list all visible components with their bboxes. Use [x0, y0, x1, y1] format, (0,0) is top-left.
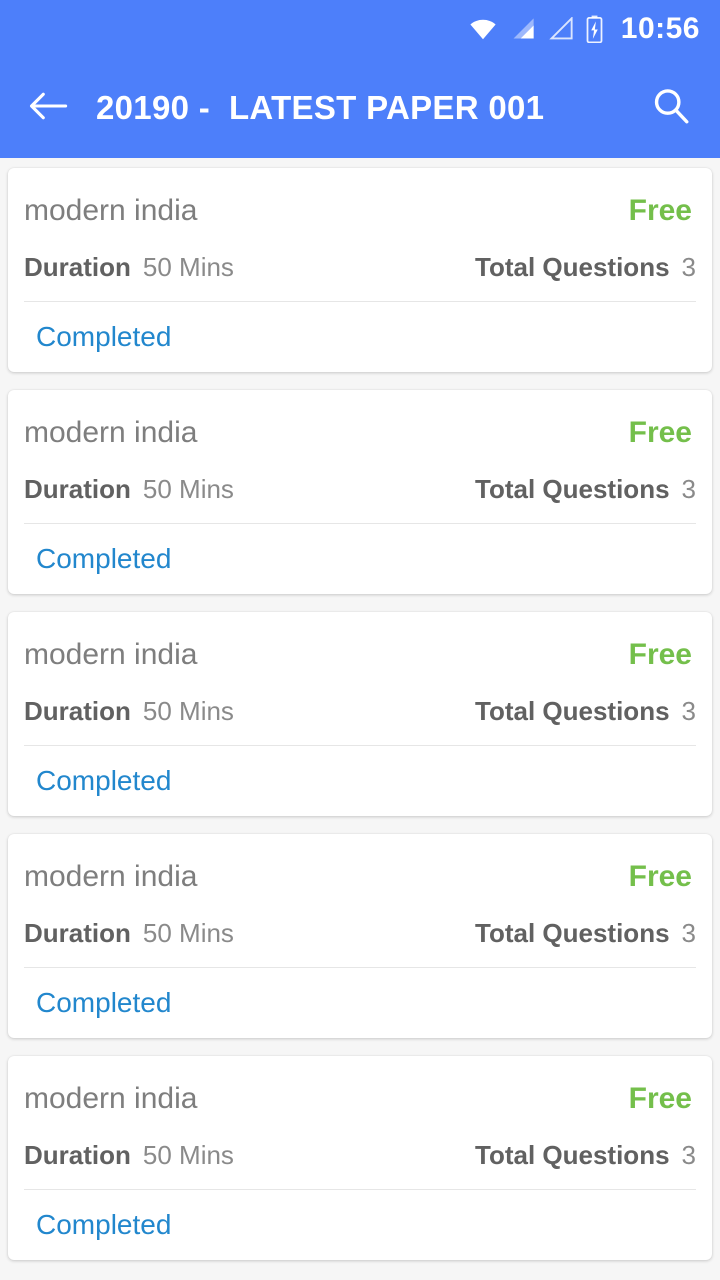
- price-badge: Free: [628, 415, 692, 449]
- duration-group: Duration 50 Mins: [24, 252, 234, 283]
- card-header-row: modern india Free: [24, 182, 696, 240]
- paper-title: modern india: [24, 1081, 198, 1115]
- paper-title: modern india: [24, 193, 198, 227]
- duration-value: 50 Mins: [142, 696, 234, 727]
- duration-label: Duration: [24, 474, 131, 505]
- signal-empty-icon: [548, 17, 574, 41]
- card-header-row: modern india Free: [24, 626, 696, 684]
- signal-strong-icon: [510, 17, 536, 41]
- duration-label: Duration: [24, 252, 131, 283]
- paper-title: modern india: [24, 415, 198, 449]
- paper-title: modern india: [24, 859, 198, 893]
- price-badge: Free: [628, 193, 692, 227]
- price-badge: Free: [628, 859, 692, 893]
- price-badge: Free: [628, 637, 692, 671]
- card-status-row: Completed: [24, 1190, 696, 1260]
- questions-group: Total Questions 3: [475, 474, 696, 505]
- questions-group: Total Questions 3: [475, 252, 696, 283]
- list-item[interactable]: modern india Free Duration 50 Mins Total…: [8, 168, 712, 372]
- app-bar: 20190 - LATEST PAPER 001: [0, 58, 720, 158]
- search-button[interactable]: [644, 81, 698, 135]
- card-status-row: Completed: [24, 746, 696, 816]
- total-questions-label: Total Questions: [475, 474, 670, 505]
- card-header-row: modern india Free: [24, 1070, 696, 1128]
- questions-group: Total Questions 3: [475, 918, 696, 949]
- card-status-row: Completed: [24, 302, 696, 372]
- total-questions-label: Total Questions: [475, 696, 670, 727]
- questions-group: Total Questions 3: [475, 1140, 696, 1171]
- card-header-row: modern india Free: [24, 404, 696, 462]
- status-badge[interactable]: Completed: [36, 1209, 171, 1241]
- card-status-row: Completed: [24, 968, 696, 1038]
- total-questions-label: Total Questions: [475, 252, 670, 283]
- total-questions-label: Total Questions: [475, 918, 670, 949]
- duration-group: Duration 50 Mins: [24, 1140, 234, 1171]
- wifi-icon: [468, 17, 498, 41]
- duration-value: 50 Mins: [142, 474, 234, 505]
- duration-group: Duration 50 Mins: [24, 918, 234, 949]
- list-item[interactable]: modern india Free Duration 50 Mins Total…: [8, 612, 712, 816]
- duration-group: Duration 50 Mins: [24, 696, 234, 727]
- card-meta-row: Duration 50 Mins Total Questions 3: [24, 906, 696, 962]
- back-arrow-icon: [28, 89, 68, 128]
- total-questions-value: 3: [681, 696, 696, 727]
- total-questions-value: 3: [681, 252, 696, 283]
- list-item[interactable]: modern india Free Duration 50 Mins Total…: [8, 834, 712, 1038]
- card-meta-row: Duration 50 Mins Total Questions 3: [24, 1128, 696, 1184]
- card-header-row: modern india Free: [24, 848, 696, 906]
- questions-group: Total Questions 3: [475, 696, 696, 727]
- status-badge[interactable]: Completed: [36, 765, 171, 797]
- duration-value: 50 Mins: [142, 252, 234, 283]
- status-badge[interactable]: Completed: [36, 321, 171, 353]
- status-badge[interactable]: Completed: [36, 543, 171, 575]
- total-questions-value: 3: [681, 1140, 696, 1171]
- card-status-row: Completed: [24, 524, 696, 594]
- battery-charging-icon: [586, 15, 603, 43]
- price-badge: Free: [628, 1081, 692, 1115]
- card-meta-row: Duration 50 Mins Total Questions 3: [24, 240, 696, 296]
- duration-value: 50 Mins: [142, 1140, 234, 1171]
- page-title: 20190 - LATEST PAPER 001: [96, 89, 545, 126]
- status-badge[interactable]: Completed: [36, 987, 171, 1019]
- total-questions-value: 3: [681, 918, 696, 949]
- paper-list: modern india Free Duration 50 Mins Total…: [0, 158, 720, 1260]
- duration-label: Duration: [24, 696, 131, 727]
- card-meta-row: Duration 50 Mins Total Questions 3: [24, 684, 696, 740]
- status-bar: 10:56: [0, 0, 720, 58]
- total-questions-value: 3: [681, 474, 696, 505]
- status-bar-clock: 10:56: [620, 12, 700, 45]
- paper-title: modern india: [24, 637, 198, 671]
- duration-label: Duration: [24, 918, 131, 949]
- back-button[interactable]: [22, 82, 74, 134]
- search-icon: [650, 85, 692, 132]
- duration-value: 50 Mins: [142, 918, 234, 949]
- list-item[interactable]: modern india Free Duration 50 Mins Total…: [8, 390, 712, 594]
- card-meta-row: Duration 50 Mins Total Questions 3: [24, 462, 696, 518]
- list-item[interactable]: modern india Free Duration 50 Mins Total…: [8, 1056, 712, 1260]
- duration-label: Duration: [24, 1140, 131, 1171]
- total-questions-label: Total Questions: [475, 1140, 670, 1171]
- duration-group: Duration 50 Mins: [24, 474, 234, 505]
